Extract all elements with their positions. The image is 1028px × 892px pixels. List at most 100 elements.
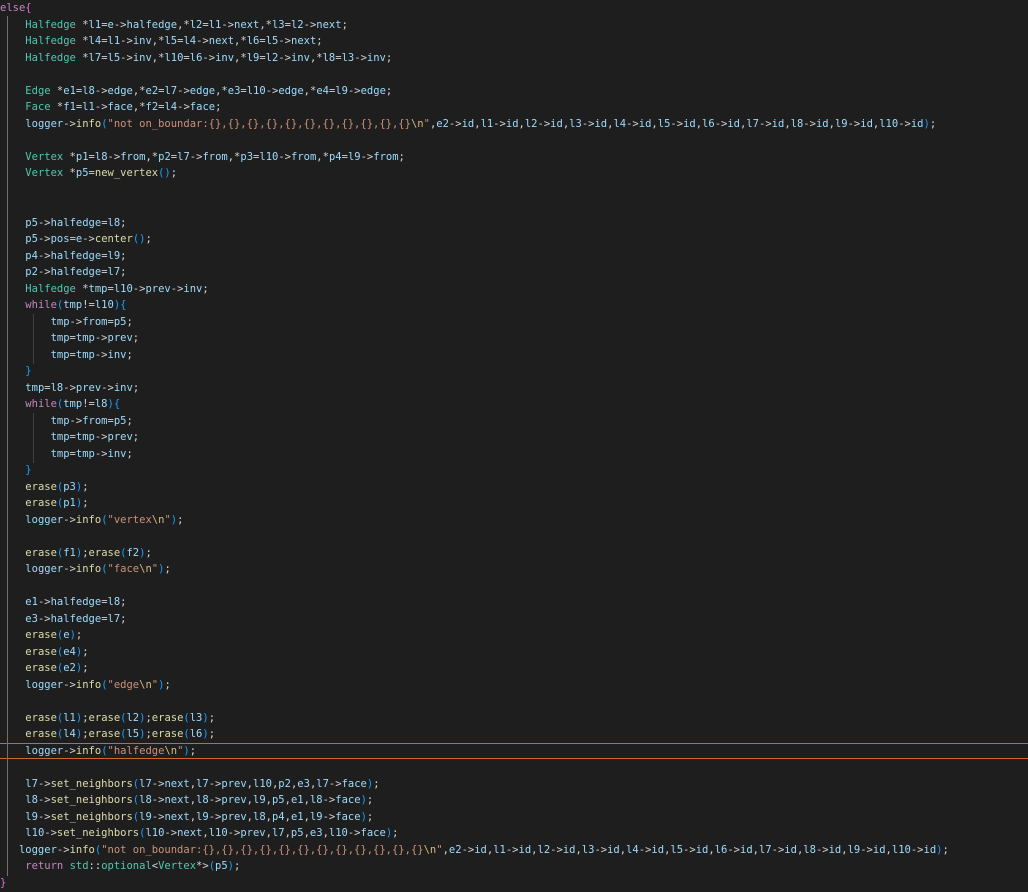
code-line[interactable]: l8->set_neighbors(l8->next,l8->prev,l9,p… xyxy=(0,792,1028,809)
code-token: p5 xyxy=(271,794,285,806)
code-line[interactable]: p5->pos=e->center(); xyxy=(0,231,1028,248)
indent-guide xyxy=(33,413,34,463)
code-line[interactable]: tmp=tmp->prev; xyxy=(0,330,1028,347)
code-line[interactable]: erase(l4);erase(l5);erase(l6); xyxy=(0,726,1028,743)
code-line[interactable]: logger->info("not on_boundar:{},{},{},{}… xyxy=(0,842,1028,859)
code-token: info xyxy=(75,117,102,130)
code-token: l10 xyxy=(113,282,133,295)
code-line[interactable] xyxy=(0,693,1028,710)
code-token: erase xyxy=(25,480,57,493)
code-token: p3 xyxy=(240,150,254,163)
code-line[interactable]: l9->set_neighbors(l9->next,l9->prev,l8,p… xyxy=(0,809,1028,826)
code-token: l2 xyxy=(537,843,551,856)
code-token: *> xyxy=(196,860,209,872)
code-token: ; xyxy=(316,35,323,47)
code-line[interactable]: } xyxy=(0,363,1028,380)
code-line[interactable]: l7->set_neighbors(l7->next,l7->prev,l10,… xyxy=(0,776,1028,793)
code-line[interactable]: tmp=tmp->inv; xyxy=(0,446,1028,463)
code-token: l1 xyxy=(208,18,222,31)
code-token: -> xyxy=(278,51,291,64)
code-line[interactable]: logger->info("not on_boundar:{},{},{},{}… xyxy=(0,116,1028,133)
code-line[interactable]: erase(e2); xyxy=(0,660,1028,677)
code-token: l3 xyxy=(341,51,355,64)
code-line[interactable]: tmp->from=p5; xyxy=(0,314,1028,331)
code-line[interactable] xyxy=(0,182,1028,199)
code-line[interactable]: Halfedge *l1=e->halfedge,*l2=l1->next,*l… xyxy=(0,17,1028,34)
code-line[interactable] xyxy=(0,578,1028,595)
code-token: ; xyxy=(164,678,171,691)
code-line[interactable]: while(tmp!=l8){ xyxy=(0,396,1028,413)
code-line[interactable]: Face *f1=l1->face,*f2=l4->face; xyxy=(0,99,1028,116)
code-line[interactable]: tmp=tmp->inv; xyxy=(0,347,1028,364)
code-line[interactable]: while(tmp!=l10){ xyxy=(0,297,1028,314)
code-line[interactable]: } xyxy=(0,462,1028,479)
code-token: -> xyxy=(670,117,684,130)
code-line[interactable]: Halfedge *tmp=l10->prev->inv; xyxy=(0,281,1028,298)
code-line[interactable]: erase(l1);erase(l2);erase(l3); xyxy=(0,710,1028,727)
code-line[interactable]: erase(p1); xyxy=(0,495,1028,512)
code-token: ,* xyxy=(215,84,228,97)
code-token: face xyxy=(107,101,133,113)
code-token: Vertex xyxy=(25,167,64,179)
code-line[interactable]: logger->info("vertex\n"); xyxy=(0,512,1028,529)
code-token: l4 xyxy=(183,35,197,47)
code-token: ; xyxy=(373,777,380,790)
code-line[interactable]: logger->info("edge\n"); xyxy=(0,677,1028,694)
code-token: halfedge xyxy=(126,18,178,31)
code-line[interactable]: e1->halfedge=l8; xyxy=(0,594,1028,611)
code-line[interactable]: e3->halfedge=l7; xyxy=(0,611,1028,628)
code-line[interactable]: p5->halfedge=l8; xyxy=(0,215,1028,232)
code-line[interactable] xyxy=(0,132,1028,149)
code-token: p4 xyxy=(328,150,342,163)
code-token: l1 xyxy=(107,35,121,47)
code-line[interactable]: logger->info("face\n"); xyxy=(0,561,1028,578)
code-token: -> xyxy=(189,150,203,163)
code-line[interactable]: Vertex *p5=new_vertex(); xyxy=(0,165,1028,182)
code-line[interactable]: erase(e); xyxy=(0,627,1028,644)
code-token: l9 xyxy=(139,810,152,823)
code-line[interactable]: else{ xyxy=(0,0,1028,17)
code-line[interactable]: p2->halfedge=l7; xyxy=(0,264,1028,281)
code-line[interactable]: Halfedge *l7=l5->inv,*l10=l6->inv,*l9=l2… xyxy=(0,50,1028,67)
code-line[interactable] xyxy=(0,528,1028,545)
code-token: l3 xyxy=(569,117,582,130)
code-token: id xyxy=(550,117,563,130)
code-token: { xyxy=(120,299,127,311)
code-line[interactable]: tmp=tmp->prev; xyxy=(0,429,1028,446)
code-line[interactable]: p4->halfedge=l9; xyxy=(0,248,1028,265)
code-token: l10 xyxy=(94,299,114,311)
code-line[interactable]: erase(e4); xyxy=(0,644,1028,661)
code-line[interactable]: Halfedge *l4=l1->inv,*l5=l4->next,*l6=l5… xyxy=(0,33,1028,50)
code-line[interactable]: Vertex *p1=l8->from,*p2=l7->from,*p3=l10… xyxy=(0,149,1028,166)
code-line[interactable]: tmp->from=p5; xyxy=(0,413,1028,430)
code-token: { xyxy=(113,398,121,410)
code-line[interactable]: tmp=l8->prev->inv; xyxy=(0,380,1028,397)
code-line[interactable] xyxy=(0,66,1028,83)
code-token: -> xyxy=(37,216,51,229)
code-token: l10 xyxy=(879,117,899,130)
code-line[interactable] xyxy=(0,759,1028,776)
code-editor[interactable]: else{ Halfedge *l1=e->halfedge,*l2=l1->n… xyxy=(0,0,1028,892)
code-token: erase xyxy=(25,711,57,724)
code-line[interactable]: logger->info("halfedge\n"); xyxy=(0,742,1028,759)
code-token: logger xyxy=(25,117,64,130)
code-token: Halfedge xyxy=(25,18,76,31)
code-token: e2 xyxy=(448,843,462,856)
code-token: () xyxy=(158,167,171,179)
code-token: -> xyxy=(771,843,785,856)
code-token: ; xyxy=(385,51,393,64)
code-token: -> xyxy=(177,84,190,97)
code-line[interactable]: } xyxy=(0,875,1028,892)
code-token: l10 xyxy=(259,150,279,163)
code-token: l2 xyxy=(265,51,279,64)
code-token: e1 xyxy=(63,84,76,97)
code-line[interactable] xyxy=(0,198,1028,215)
code-token: l5 xyxy=(670,843,684,856)
code-line[interactable]: erase(p3); xyxy=(0,479,1028,496)
code-line[interactable]: return std::optional<Vertex*>(p5); xyxy=(0,858,1028,875)
code-line[interactable]: Edge *e1=l8->edge,*e2=l7->edge,*e3=l10->… xyxy=(0,83,1028,100)
code-token: * xyxy=(50,101,64,113)
code-line[interactable]: l10->set_neighbors(l10->next,l10->prev,l… xyxy=(0,825,1028,842)
code-line[interactable]: erase(f1);erase(f2); xyxy=(0,545,1028,562)
